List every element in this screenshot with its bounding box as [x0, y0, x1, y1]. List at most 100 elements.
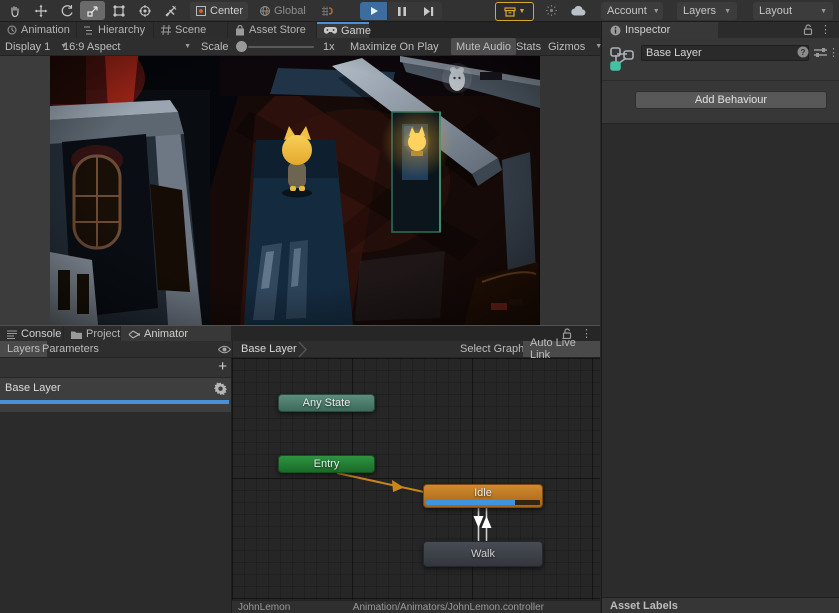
custom-tools-button[interactable] [158, 1, 183, 20]
presets-icon[interactable] [814, 47, 827, 58]
tab-inspector-label: Inspector [625, 24, 670, 36]
scale-slider-track[interactable] [248, 46, 314, 48]
transform-tool-button[interactable] [132, 1, 157, 20]
state-node-entry[interactable]: Entry [278, 455, 375, 473]
asset-labels-section[interactable]: Asset Labels [602, 597, 839, 613]
breadcrumb-chevron-icon [298, 342, 308, 357]
inspector-menu-icon[interactable]: ⋮ [820, 23, 831, 36]
layer-menu-icon[interactable]: ⋮ [828, 46, 839, 59]
hierarchy-icon [84, 26, 94, 35]
layers-dropdown[interactable]: Layers ▼ [677, 2, 737, 20]
tab-game[interactable]: Game [317, 22, 369, 38]
mute-audio-toggle[interactable]: Mute Audio [451, 38, 516, 55]
scene-grid-icon [161, 25, 171, 35]
display-label: Display 1 [5, 41, 50, 53]
progress-activity-button[interactable] [540, 1, 562, 20]
collab-button[interactable]: ▼ [495, 2, 534, 21]
inspector-empty-area [602, 123, 839, 597]
idle-progress-fill [426, 500, 515, 505]
state-node-walk[interactable]: Walk [423, 541, 543, 567]
state-machine-icon [609, 46, 635, 72]
add-layer-button[interactable]: + [218, 358, 227, 376]
game-viewport [0, 56, 600, 325]
tab-console-label: Console [21, 328, 61, 340]
sun-icon [545, 4, 558, 17]
globe-icon [259, 5, 271, 17]
scale-slider-knob[interactable] [236, 41, 247, 52]
parameters-tab-button[interactable]: Parameters [35, 341, 106, 357]
layer-name-field[interactable] [641, 45, 809, 61]
idle-to-walk-arrow[interactable] [474, 516, 484, 528]
status-controller-path: Animation/Animators/JohnLemon.controller [353, 602, 544, 613]
walk-to-idle-arrow[interactable] [482, 516, 492, 528]
animator-toolbar: Layers Parameters Base Layer Select Grap… [0, 341, 600, 358]
play-button[interactable] [360, 2, 387, 20]
stats-toggle[interactable]: Stats [511, 38, 546, 55]
gamepad-icon [324, 27, 337, 35]
layer-row-base-layer[interactable]: Base Layer [0, 378, 231, 412]
tab-project[interactable]: Project [64, 326, 120, 342]
svg-text:?: ? [801, 48, 806, 57]
aspect-dropdown[interactable]: 16:9 Aspect ▼ [58, 38, 196, 55]
cloud-button[interactable] [565, 1, 591, 20]
account-dropdown[interactable]: Account ▼ [601, 2, 663, 20]
inspector-lock-icon[interactable] [803, 24, 813, 35]
folder-icon [71, 330, 82, 339]
tab-asset-store-label: Asset Store [249, 24, 306, 36]
state-node-any-state[interactable]: Any State [278, 394, 375, 412]
state-node-idle[interactable]: Idle [423, 484, 543, 508]
collab-archive-icon [504, 7, 516, 17]
transform-icon [138, 4, 152, 18]
rotate-tool-button[interactable] [54, 1, 79, 20]
aspect-label: 16:9 Aspect [63, 41, 121, 53]
pause-button[interactable] [388, 2, 415, 20]
rect-tool-button[interactable] [106, 1, 131, 20]
state-machine-graph[interactable]: Any State Entry Idle Walk JohnLemon Anim… [232, 358, 600, 613]
layer-weight-bar[interactable] [0, 400, 229, 404]
eye-icon[interactable] [218, 345, 231, 354]
tab-console[interactable]: Console [0, 326, 63, 342]
layers-caret-icon: ▼ [724, 8, 731, 15]
tab-game-label: Game [341, 25, 371, 37]
toolbar-divider [232, 341, 233, 358]
inspector-divider [602, 80, 839, 81]
auto-live-link-toggle[interactable]: Auto Live Link [523, 341, 600, 357]
layer-header-row: ? ⋮ [602, 38, 839, 80]
cloud-icon [571, 6, 586, 16]
pivot-mode-label: Center [210, 5, 243, 17]
tab-scene[interactable]: Scene [154, 22, 227, 38]
play-icon [369, 6, 379, 16]
view-tab-bar: Animation Hierarchy Scene Asset Store Ga… [0, 22, 600, 38]
tab-inspector[interactable]: Inspector [602, 22, 718, 38]
bottom-panel-tab-bar: Console Project Animator ⋮ [0, 325, 600, 341]
breadcrumb[interactable]: Base Layer [234, 341, 304, 357]
gear-icon[interactable] [214, 382, 227, 395]
hand-icon [8, 4, 22, 18]
tab-animator-label: Animator [144, 328, 188, 340]
step-button[interactable] [415, 2, 442, 20]
tab-hierarchy[interactable]: Hierarchy [77, 22, 153, 38]
select-graph-button[interactable]: Select Graph [453, 341, 531, 357]
add-behaviour-button[interactable]: Add Behaviour [635, 91, 827, 109]
hand-tool-button[interactable] [2, 1, 27, 20]
tab-animator[interactable]: Animator [121, 326, 231, 342]
collab-caret-icon: ▼ [519, 8, 526, 15]
tab-asset-store[interactable]: Asset Store [228, 22, 316, 38]
maximize-on-play-toggle[interactable]: Maximize On Play [345, 38, 444, 55]
layout-dropdown[interactable]: Layout ▼ [753, 2, 833, 20]
help-icon[interactable]: ? [797, 46, 809, 58]
wrench-icon [164, 4, 178, 18]
layout-label: Layout [759, 5, 792, 17]
space-mode-button[interactable]: Global [254, 2, 311, 20]
move-tool-button[interactable] [28, 1, 53, 20]
tab-project-label: Project [86, 328, 120, 340]
grid-snap-button[interactable] [314, 1, 339, 20]
pivot-mode-button[interactable]: Center [190, 2, 248, 20]
console-icon [7, 330, 17, 339]
clock-icon [7, 25, 17, 35]
gizmos-dropdown[interactable]: Gizmos ▼ [543, 38, 607, 55]
tab-animation[interactable]: Animation [0, 22, 76, 38]
layers-label: Layers [683, 5, 716, 17]
scale-tool-button[interactable] [80, 1, 105, 20]
info-icon [610, 25, 621, 36]
